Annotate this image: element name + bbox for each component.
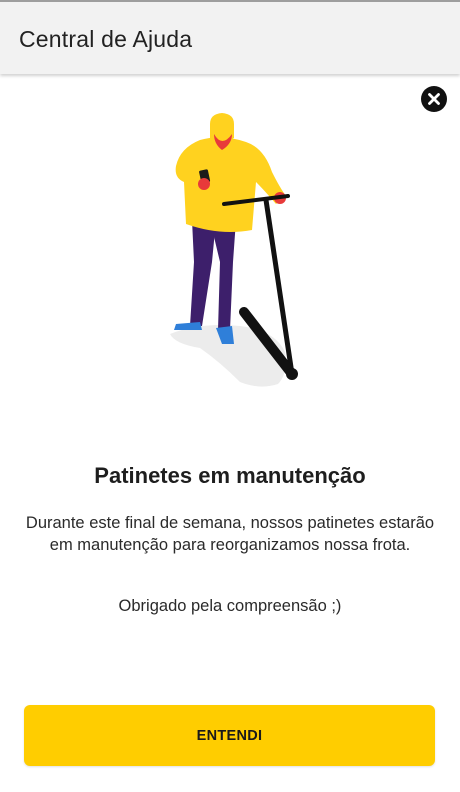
- confirm-button[interactable]: ENTENDI: [24, 705, 435, 766]
- modal-message: Durante este final de semana, nossos pat…: [25, 514, 435, 554]
- modal-thanks-text: Obrigado pela compreensão ;): [118, 597, 342, 615]
- modal-title: Patinetes em manutenção: [94, 463, 366, 488]
- app-bar: Central de Ajuda: [0, 0, 460, 74]
- app-title: Central de Ajuda: [19, 26, 193, 52]
- person-with-scooter-illustration: [160, 112, 310, 392]
- close-icon[interactable]: [421, 86, 447, 112]
